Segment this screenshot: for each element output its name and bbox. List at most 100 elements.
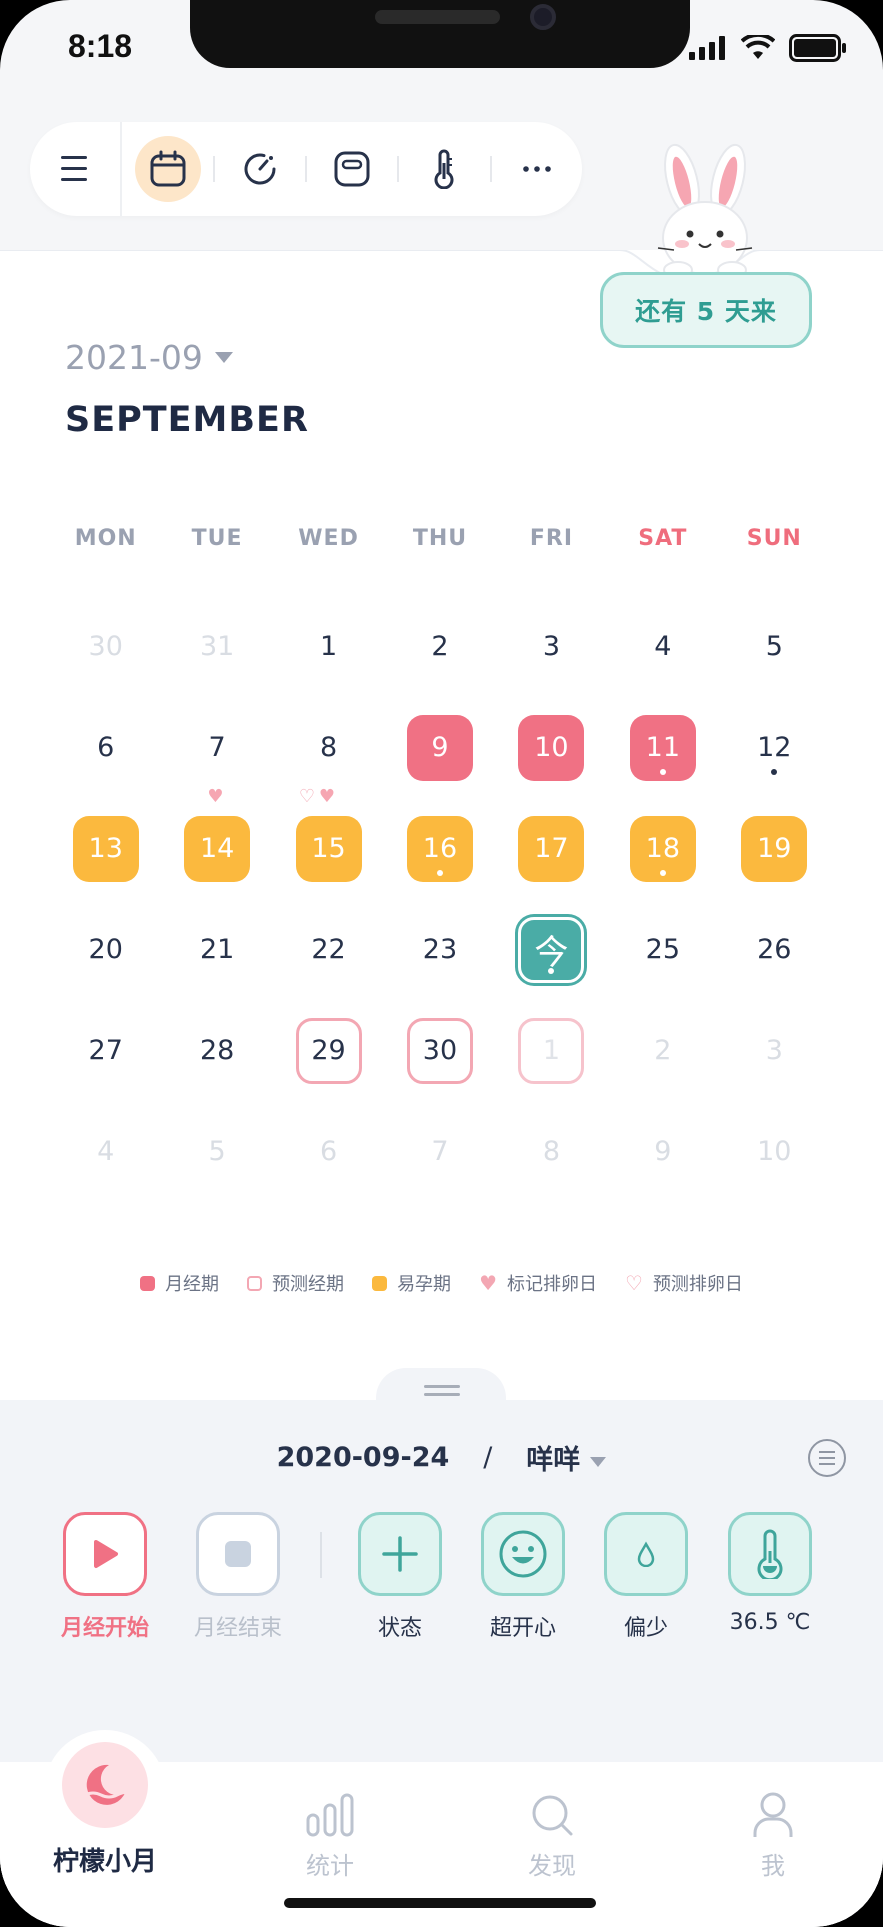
- calendar-cell[interactable]: 1: [273, 596, 384, 697]
- calendar-cell[interactable]: 4: [607, 596, 718, 697]
- temperature-action[interactable]: 36.5 ℃: [725, 1512, 815, 1635]
- calendar-cell[interactable]: 25: [607, 899, 718, 1000]
- day-number[interactable]: 26: [741, 917, 807, 983]
- flow-action[interactable]: 偏少: [601, 1512, 691, 1642]
- calendar-cell[interactable]: 14 ♥: [161, 788, 272, 899]
- today-marker[interactable]: 今: [518, 916, 585, 983]
- mood-action[interactable]: 超开心: [478, 1512, 568, 1642]
- day-number[interactable]: 10: [741, 1119, 807, 1185]
- day-number[interactable]: 15: [295, 815, 362, 882]
- calendar-cell[interactable]: 7: [384, 1101, 495, 1202]
- day-number[interactable]: 30: [73, 614, 139, 680]
- calendar-cell[interactable]: 30: [384, 1000, 495, 1101]
- calendar-cell[interactable]: 9: [384, 697, 495, 798]
- home-indicator[interactable]: [284, 1898, 596, 1908]
- calendar-cell[interactable]: 3: [496, 596, 607, 697]
- day-number[interactable]: 13: [72, 815, 139, 882]
- day-number[interactable]: 30: [406, 1017, 473, 1084]
- calendar-cell[interactable]: 12: [719, 697, 830, 798]
- calendar-cell[interactable]: 3: [719, 1000, 830, 1101]
- day-number[interactable]: 14: [184, 815, 251, 882]
- calendar-cell[interactable]: 2: [607, 1000, 718, 1101]
- calendar-cell[interactable]: 21: [161, 899, 272, 1000]
- period-end-action[interactable]: 月经结束: [193, 1512, 283, 1642]
- day-number[interactable]: 5: [741, 614, 807, 680]
- calendar-cell[interactable]: 6: [273, 1101, 384, 1202]
- temperature-button[interactable]: [728, 1512, 812, 1596]
- calendar-cell[interactable]: 17: [496, 798, 607, 899]
- day-number[interactable]: 1: [518, 1017, 585, 1084]
- calendar-cell[interactable]: 13: [50, 798, 161, 899]
- calendar-cell[interactable]: 16: [384, 798, 495, 899]
- calendar-tool-button[interactable]: [122, 122, 212, 216]
- day-number[interactable]: 29: [295, 1017, 362, 1084]
- calendar-cell[interactable]: 5: [161, 1101, 272, 1202]
- day-number[interactable]: 25: [630, 917, 696, 983]
- record-date[interactable]: 2020-09-24: [277, 1442, 450, 1473]
- status-button[interactable]: [358, 1512, 442, 1596]
- drag-handle-icon[interactable]: [424, 1385, 460, 1399]
- day-number[interactable]: 7: [184, 715, 250, 781]
- calendar-cell[interactable]: 22: [273, 899, 384, 1000]
- day-number[interactable]: 19: [741, 815, 808, 882]
- month-selector[interactable]: 2021-09: [65, 338, 233, 377]
- calendar-cell[interactable]: 10: [719, 1101, 830, 1202]
- mood-button[interactable]: [481, 1512, 565, 1596]
- calendar-cell[interactable]: 23: [384, 899, 495, 1000]
- day-number[interactable]: 9: [630, 1119, 696, 1185]
- tab-me[interactable]: 我: [713, 1790, 833, 1881]
- day-number[interactable]: 6: [73, 715, 139, 781]
- day-number[interactable]: 28: [184, 1018, 250, 1084]
- calendar-cell[interactable]: 15 ♥ ♡: [273, 788, 384, 899]
- day-number[interactable]: 31: [184, 614, 250, 680]
- period-start-action[interactable]: 月经开始: [60, 1512, 150, 1642]
- menu-button[interactable]: [30, 122, 120, 216]
- day-number[interactable]: 2: [407, 614, 473, 680]
- list-menu-button[interactable]: [808, 1439, 846, 1477]
- calendar-cell[interactable]: 1: [496, 1000, 607, 1101]
- day-number[interactable]: 27: [73, 1018, 139, 1084]
- calendar-cell[interactable]: 29: [273, 1000, 384, 1101]
- day-number[interactable]: 23: [407, 917, 473, 983]
- calendar-cell[interactable]: 19: [719, 798, 830, 899]
- day-number[interactable]: 9: [406, 714, 473, 781]
- period-start-button[interactable]: [63, 1512, 147, 1596]
- calendar-cell[interactable]: 5: [719, 596, 830, 697]
- day-number[interactable]: 22: [296, 917, 362, 983]
- calendar-cell[interactable]: 30: [50, 596, 161, 697]
- flow-button[interactable]: [604, 1512, 688, 1596]
- day-number[interactable]: 11: [629, 714, 696, 781]
- day-number[interactable]: 5: [184, 1119, 250, 1185]
- calendar-cell[interactable]: 11: [607, 697, 718, 798]
- user-selector[interactable]: 咩咩: [526, 1438, 607, 1477]
- day-number[interactable]: 12: [741, 715, 807, 781]
- more-button[interactable]: [492, 122, 582, 216]
- calendar-cell[interactable]: 27: [50, 1000, 161, 1101]
- day-number[interactable]: 4: [630, 614, 696, 680]
- day-number[interactable]: 18: [629, 815, 696, 882]
- day-number[interactable]: 21: [184, 917, 250, 983]
- day-number[interactable]: 4: [73, 1119, 139, 1185]
- calendar-cell[interactable]: 26: [719, 899, 830, 1000]
- calendar-cell[interactable]: 9: [607, 1101, 718, 1202]
- day-number[interactable]: 8: [296, 715, 362, 781]
- day-number[interactable]: 16: [406, 815, 473, 882]
- calendar-cell[interactable]: 31: [161, 596, 272, 697]
- status-action[interactable]: 状态: [355, 1512, 445, 1642]
- calendar-cell[interactable]: 2: [384, 596, 495, 697]
- tab-discover[interactable]: 发现: [492, 1790, 612, 1881]
- day-number[interactable]: 10: [518, 714, 585, 781]
- calendar-cell[interactable]: 8: [496, 1101, 607, 1202]
- day-number[interactable]: 1: [296, 614, 362, 680]
- timer-tool-button[interactable]: [215, 122, 305, 216]
- calendar-cell[interactable]: 18: [607, 798, 718, 899]
- day-number[interactable]: 8: [518, 1119, 584, 1185]
- tab-home[interactable]: 柠檬小月: [45, 1835, 165, 1878]
- calendar-cell[interactable]: 28: [161, 1000, 272, 1101]
- temperature-tool-button[interactable]: [399, 122, 489, 216]
- day-number[interactable]: 3: [518, 614, 584, 680]
- calendar-cell[interactable]: 今: [496, 899, 607, 1000]
- day-number[interactable]: 2: [630, 1018, 696, 1084]
- scale-tool-button[interactable]: [307, 122, 397, 216]
- tab-statistics[interactable]: 统计: [270, 1790, 390, 1881]
